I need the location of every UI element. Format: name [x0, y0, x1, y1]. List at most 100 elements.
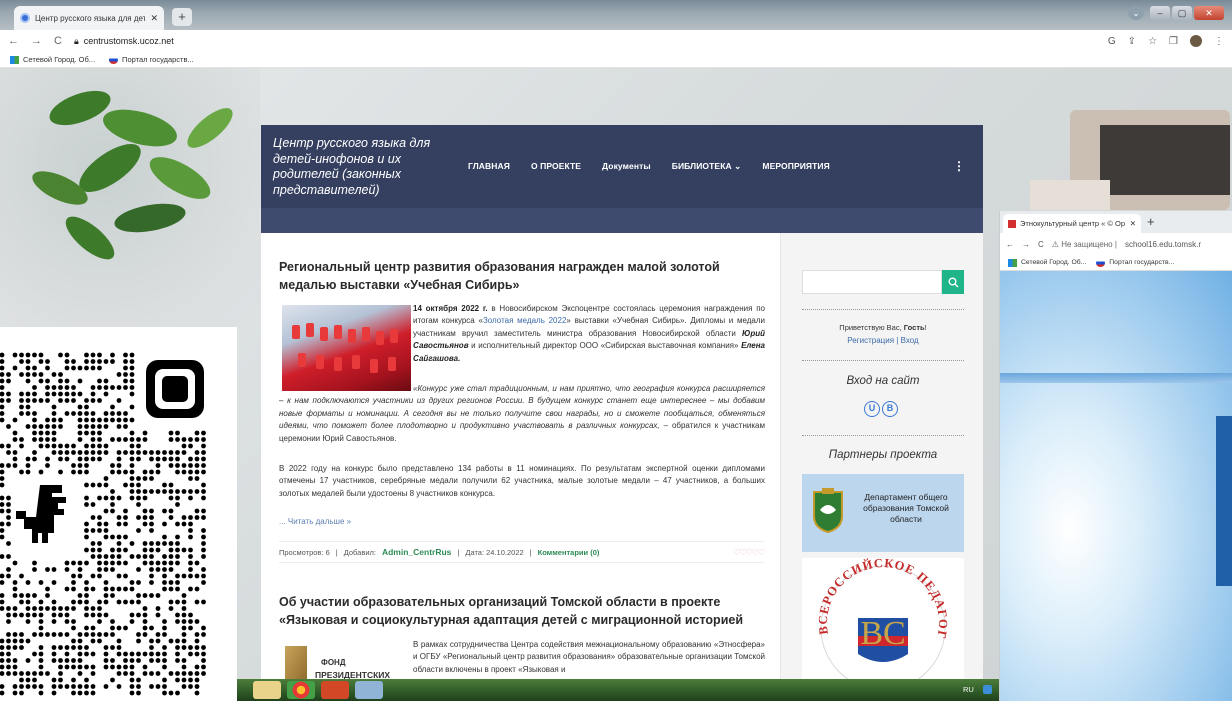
school-favicon-icon — [1008, 219, 1016, 228]
nav-item-about[interactable]: О ПРОЕКТЕ — [531, 161, 581, 172]
post-title-2[interactable]: Об участии образовательных организаций Т… — [279, 593, 769, 629]
greeting-block: Приветствую Вас, Гость! Регистрация | Вх… — [802, 321, 964, 347]
back-icon[interactable]: ← — [8, 35, 19, 47]
browser-tab-strip: Центр русского языка для детей- ✕ + ⌄ – … — [0, 0, 1232, 30]
rating-hearts-icon[interactable]: ♡♡♡♡♡ — [733, 548, 765, 557]
social-login: U B — [864, 401, 898, 417]
fund-logo-text: ПРЕЗИДЕНТСКИХ — [315, 670, 391, 679]
post-title-1[interactable]: Региональный центр развития образования … — [279, 258, 769, 294]
nav-more-icon[interactable]: ⋮ — [953, 159, 965, 173]
meta-sep: | — [457, 547, 460, 557]
svg-text:ВС: ВС — [860, 615, 905, 652]
site-favicon-icon — [20, 13, 30, 23]
browser-tab-active[interactable]: Центр русского языка для детей- ✕ — [14, 6, 164, 30]
bookmark-star-icon[interactable]: ☆ — [1148, 36, 1157, 47]
win2-back-icon[interactable]: ← — [1006, 240, 1014, 249]
divider — [802, 309, 964, 310]
divider — [802, 360, 964, 361]
chrome-icon[interactable] — [287, 681, 315, 699]
window-icon[interactable] — [355, 681, 383, 699]
forward-icon[interactable]: → — [31, 35, 42, 47]
golden-medal-link[interactable]: Золотая медаль 2022 — [483, 316, 566, 325]
profile-avatar[interactable] — [1190, 35, 1202, 47]
close-window-button[interactable]: ✕ — [1194, 6, 1224, 20]
bookmark-item[interactable]: Портал государств... — [1096, 258, 1175, 267]
win2-page-background — [1000, 271, 1232, 701]
post-date: Дата: 24.10.2022 — [465, 547, 524, 557]
ucoz-login-icon[interactable]: U — [864, 401, 880, 417]
post-image-medals — [282, 305, 411, 391]
menu-icon[interactable]: ⋮ — [1214, 36, 1224, 47]
new-tab-button[interactable]: + — [172, 8, 192, 26]
vk-login-icon[interactable]: B — [882, 401, 898, 417]
divider — [802, 435, 964, 436]
win2-url[interactable]: school16.edu.tomsk.r — [1125, 240, 1201, 249]
vps-seal-logo: ВСЕРОССИЙСКОЕ ПЕДАГОГИЧЕСКОЕ СОБРАНИЕ ВС — [797, 547, 949, 679]
reload-icon[interactable]: C — [54, 35, 62, 47]
author-link[interactable]: Admin_CentrRus — [382, 547, 451, 557]
bookmark-label: Сетевой Город. Об... — [23, 55, 96, 64]
nav-item-library[interactable]: БИБЛИОТЕКА ⌄ — [672, 161, 742, 172]
nav-item-documents[interactable]: Документы — [602, 161, 651, 172]
login-link[interactable]: Вход — [901, 336, 919, 345]
powerpoint-icon[interactable] — [321, 681, 349, 699]
tab-search-icon[interactable]: ⌄ — [1128, 6, 1144, 20]
site-title[interactable]: Центр русского языка для детей-инофонов … — [273, 136, 463, 198]
bookmarks-bar: Сетевой Город. Об... Портал государств..… — [0, 52, 1232, 68]
register-link[interactable]: Регистрация — [847, 336, 894, 345]
read-more-link[interactable]: ... Читать дальше » — [279, 517, 351, 526]
win2-tab-strip: Этнокультурный центр « © Ор ✕ + — [1000, 211, 1232, 233]
search-button[interactable] — [942, 270, 964, 294]
win2-tab[interactable]: Этнокультурный центр « © Ор ✕ — [1003, 214, 1141, 233]
bookmark-item[interactable]: Сетевой Город. Об... — [10, 55, 95, 64]
share-icon[interactable]: ⇪ — [1128, 36, 1136, 47]
added-by-label: Добавил: — [343, 547, 376, 557]
win2-bookmarks-bar: Сетевой Город. Об... Портал государств..… — [1000, 255, 1232, 271]
main-content: Региональный центр развития образования … — [261, 233, 780, 679]
gosuslugi-icon — [1096, 258, 1106, 267]
win2-address-bar: ← → C ⚠︎ Не защищено | school16.edu.toms… — [1000, 233, 1232, 255]
url-field[interactable]: 🔒︎ centrustomsk.ucoz.net — [74, 36, 174, 47]
meta-sep: | — [335, 547, 338, 557]
tomsk-emblem-icon — [813, 488, 843, 534]
win2-reload-icon[interactable]: C — [1038, 240, 1044, 249]
tray-network-icon[interactable] — [983, 685, 992, 694]
presidential-fund-logo: ФОНД ПРЕЗИДЕНТСКИХ — [285, 646, 413, 679]
tab-close-icon[interactable]: ✕ — [150, 13, 158, 24]
bookmark-label: Портал государств... — [1109, 259, 1175, 266]
minimize-button[interactable]: – — [1150, 6, 1170, 20]
file-explorer-icon[interactable] — [253, 681, 281, 699]
fund-logo-text: ФОНД — [321, 658, 346, 667]
language-indicator[interactable]: RU — [963, 685, 974, 694]
post2-text: В рамках сотрудничества Центра содействи… — [413, 640, 765, 674]
win2-tab-title: Этнокультурный центр « © Ор — [1020, 219, 1126, 228]
win2-side-panel — [1216, 416, 1232, 586]
partner-banner-department[interactable]: Департамент общего образования Томской о… — [802, 474, 964, 552]
fund-mark-icon — [285, 646, 307, 679]
win2-forward-icon[interactable]: → — [1022, 240, 1030, 249]
department-text: Департамент общего образования Томской о… — [863, 492, 949, 524]
guest-label: Гость — [903, 323, 925, 332]
search-input[interactable] — [802, 270, 942, 294]
google-icon[interactable]: G — [1108, 36, 1116, 47]
comments-link[interactable]: Комментарии (0) — [538, 548, 600, 557]
maximize-button[interactable]: ▢ — [1172, 6, 1192, 20]
nav-item-home[interactable]: ГЛАВНАЯ — [468, 161, 510, 172]
views-count: Просмотров: 6 — [279, 547, 330, 557]
post-intro: 14 октября 2022 г. в Новосибирском Экспо… — [413, 303, 765, 365]
win2-security-warning[interactable]: ⚠︎ Не защищено | — [1052, 240, 1117, 249]
win2-tab-close-icon[interactable]: ✕ — [1130, 219, 1136, 228]
second-browser-window: Этнокультурный центр « © Ор ✕ + ← → C ⚠︎… — [999, 211, 1232, 701]
win2-new-tab-button[interactable]: + — [1147, 214, 1155, 229]
bookmark-label: Портал государств... — [122, 55, 194, 64]
toolbar-icons: G ⇪ ☆ ❐ ⋮ — [1108, 35, 1224, 47]
address-bar: ← → C 🔒︎ centrustomsk.ucoz.net G ⇪ ☆ ❐ ⋮ — [0, 30, 1232, 52]
partner-banner-vps[interactable]: ВСЕРОССИЙСКОЕ ПЕДАГОГИЧЕСКОЕ СОБРАНИЕ ВС — [797, 547, 964, 679]
window-controls: ⌄ – ▢ ✕ — [1128, 6, 1224, 20]
nav-item-events[interactable]: МЕРОПРИЯТИЯ — [762, 161, 829, 172]
sidepanel-icon[interactable]: ❐ — [1169, 36, 1178, 47]
lock-icon: 🔒︎ — [73, 35, 79, 46]
bookmark-item[interactable]: Сетевой Город. Об... — [1008, 258, 1086, 267]
bookmark-item[interactable]: Портал государств... — [109, 55, 194, 64]
search-icon — [948, 277, 958, 287]
